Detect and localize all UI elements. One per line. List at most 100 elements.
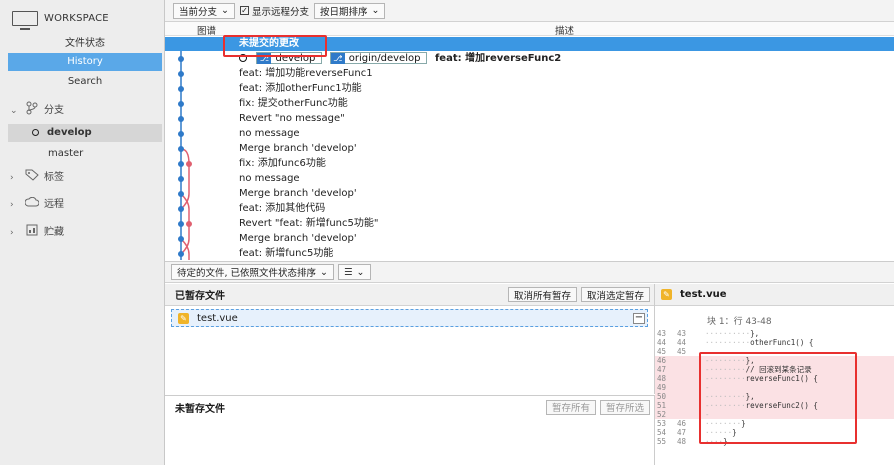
show-remote-checkbox[interactable]: ✓ 显示远程分支 bbox=[239, 4, 309, 18]
old-line-number: 52 bbox=[657, 410, 667, 419]
nav-search[interactable]: Search bbox=[8, 73, 162, 91]
branch-master[interactable]: master bbox=[8, 145, 162, 163]
sort-select[interactable]: 按日期排序 ⌄ bbox=[314, 2, 386, 19]
section-tags[interactable]: › 标签 bbox=[10, 169, 64, 187]
chevron-down-icon: ⌄ bbox=[371, 5, 380, 16]
commit-list: 未提交的更改 ⎇ develop ⎇ origin/develop feat: 增加… bbox=[165, 37, 894, 260]
section-stash[interactable]: › 贮藏 bbox=[10, 224, 64, 242]
chevron-down-icon: ⌄ bbox=[356, 266, 365, 278]
files-toolbar: 待定的文件, 已依照文件状态排序 ⌄ ☰ ⌄ bbox=[165, 261, 894, 283]
commit-row[interactable]: no message bbox=[165, 127, 894, 141]
commit-row[interactable]: Merge branch 'develop' bbox=[165, 232, 894, 246]
branch-develop[interactable]: develop bbox=[8, 124, 162, 142]
new-line-number: 44 bbox=[677, 338, 687, 347]
old-line-number: 44 bbox=[657, 338, 667, 347]
show-remote-label: 显示远程分支 bbox=[251, 6, 309, 18]
code-text: ····} bbox=[705, 437, 728, 446]
staged-header: 已暂存文件 取消所有暂存 取消选定暂存 bbox=[165, 284, 654, 306]
chevron-right-icon: › bbox=[10, 200, 14, 210]
commit-row[interactable]: feat: 新增func5功能 bbox=[165, 247, 894, 260]
section-remotes[interactable]: › 远程 bbox=[10, 196, 64, 214]
tags-label: 标签 bbox=[44, 172, 64, 183]
commit-row[interactable]: Merge branch 'develop' bbox=[165, 142, 894, 156]
new-line-number: 43 bbox=[677, 329, 687, 338]
stage-all-button[interactable]: 暂存所有 bbox=[545, 399, 596, 415]
branch-icon: ⎇ bbox=[257, 53, 272, 64]
code-text: ······} bbox=[705, 428, 737, 437]
diff-panel: ✎ test.vue 块 1：行 43-48 43 43 ··········}, 4… bbox=[655, 284, 894, 465]
head-icon bbox=[239, 54, 247, 62]
diff-line-context: 54 47 ······} bbox=[655, 428, 894, 437]
staged-file-row[interactable]: ✎ test.vue − bbox=[171, 309, 648, 327]
new-line-number: 45 bbox=[677, 347, 687, 356]
description-column-header[interactable]: 描述 bbox=[555, 23, 574, 37]
code-text: -········reverseFunc1() { bbox=[705, 374, 818, 383]
nav-history[interactable]: History bbox=[8, 53, 162, 71]
new-line-number: 47 bbox=[677, 428, 687, 437]
commit-row[interactable]: Revert "feat: 新增func5功能" bbox=[165, 217, 894, 231]
commit-row[interactable]: Revert "no message" bbox=[165, 112, 894, 126]
commit-column-header: 图谱 描述 bbox=[165, 22, 894, 37]
staged-file-name: test.vue bbox=[197, 312, 238, 324]
unstage-all-button[interactable]: 取消所有暂存 bbox=[507, 287, 577, 302]
workspace-header[interactable]: WORKSPACE bbox=[12, 8, 109, 30]
branch-tag-label: origin/develop bbox=[348, 53, 421, 64]
code-text: -········}, bbox=[705, 392, 755, 401]
diff-line-removed: 46 -········}, bbox=[655, 356, 894, 365]
unstaged-files-panel: 未暂存文件 暂存所有 暂存所选 bbox=[165, 395, 655, 465]
old-line-number: 51 bbox=[657, 401, 667, 410]
commit-row[interactable]: fix: 添加func6功能 bbox=[165, 157, 894, 171]
old-line-number: 48 bbox=[657, 374, 667, 383]
stash-icon bbox=[24, 224, 40, 243]
stage-selected-button[interactable]: 暂存所选 bbox=[599, 399, 650, 415]
cloud-icon bbox=[24, 196, 40, 214]
diff-title: ✎ test.vue bbox=[655, 284, 894, 306]
file-sort-select[interactable]: 待定的文件, 已依照文件状态排序 ⌄ bbox=[171, 264, 335, 280]
commit-row-uncommitted[interactable]: 未提交的更改 bbox=[165, 37, 894, 51]
diff-file-name: test.vue bbox=[680, 289, 727, 300]
unstaged-header: 未暂存文件 暂存所有 暂存所选 bbox=[165, 396, 654, 418]
tag-icon bbox=[24, 169, 40, 188]
checkmark-icon: ✓ bbox=[239, 5, 249, 15]
view-mode-select[interactable]: ☰ ⌄ bbox=[338, 264, 371, 280]
remotes-label: 远程 bbox=[44, 199, 64, 210]
history-toolbar: 当前分支 ⌄ ✓ 显示远程分支 按日期排序 ⌄ bbox=[165, 0, 894, 22]
diff-line-removed: 51 -········reverseFunc2() { bbox=[655, 401, 894, 410]
commit-row[interactable]: Merge branch 'develop' bbox=[165, 187, 894, 201]
unstaged-title: 未暂存文件 bbox=[175, 403, 225, 415]
sidebar: WORKSPACE 文件状态 History Search ⌄ 分支 devel… bbox=[0, 0, 165, 465]
commit-row[interactable]: fix: 提交otherFunc功能 bbox=[165, 97, 894, 111]
branch-tag-origin-develop[interactable]: ⎇ origin/develop bbox=[329, 52, 428, 64]
workspace-label: WORKSPACE bbox=[44, 12, 109, 24]
chevron-down-icon: ⌄ bbox=[10, 106, 18, 116]
unstage-file-button[interactable]: − bbox=[633, 312, 645, 324]
current-branch-icon bbox=[32, 129, 39, 136]
commit-message: feat: 增加reverseFunc2 bbox=[434, 53, 562, 64]
old-line-number: 55 bbox=[657, 437, 667, 446]
code-text: - bbox=[705, 383, 710, 392]
sort-select-label: 按日期排序 bbox=[320, 6, 368, 18]
commit-row[interactable]: feat: 添加otherFunc1功能 bbox=[165, 82, 894, 96]
branch-tag-develop[interactable]: ⎇ develop bbox=[256, 52, 323, 64]
old-line-number: 45 bbox=[657, 347, 667, 356]
new-line-number: 46 bbox=[677, 419, 687, 428]
commit-row[interactable]: feat: 添加其他代码 bbox=[165, 202, 894, 216]
chevron-down-icon: ⌄ bbox=[221, 5, 229, 16]
stash-label: 贮藏 bbox=[44, 227, 64, 238]
diff-line-removed: 48 -········reverseFunc1() { bbox=[655, 374, 894, 383]
code-text: - bbox=[705, 410, 710, 419]
diff-line-removed: 49 - bbox=[655, 383, 894, 392]
diff-line-removed: 50 -········}, bbox=[655, 392, 894, 401]
section-branches[interactable]: ⌄ 分支 bbox=[10, 101, 64, 122]
diff-line-context: 44 44 ··········otherFunc1() { bbox=[655, 338, 894, 347]
graph-column-header[interactable]: 图谱 bbox=[197, 23, 216, 37]
nav-file-status[interactable]: 文件状态 bbox=[8, 35, 162, 53]
commit-row[interactable]: no message bbox=[165, 172, 894, 186]
commit-row-head[interactable]: ⎇ develop ⎇ origin/develop feat: 增加reverse… bbox=[165, 52, 894, 66]
branch-select[interactable]: 当前分支 ⌄ bbox=[173, 2, 235, 19]
commit-row[interactable]: feat: 增加功能reverseFunc1 bbox=[165, 67, 894, 81]
chevron-right-icon: › bbox=[10, 173, 14, 183]
diff-line-removed: 47 -········// 回滚到某条记录 bbox=[655, 365, 894, 374]
branch-icon bbox=[24, 101, 40, 122]
unstage-selected-button[interactable]: 取消选定暂存 bbox=[580, 287, 650, 302]
